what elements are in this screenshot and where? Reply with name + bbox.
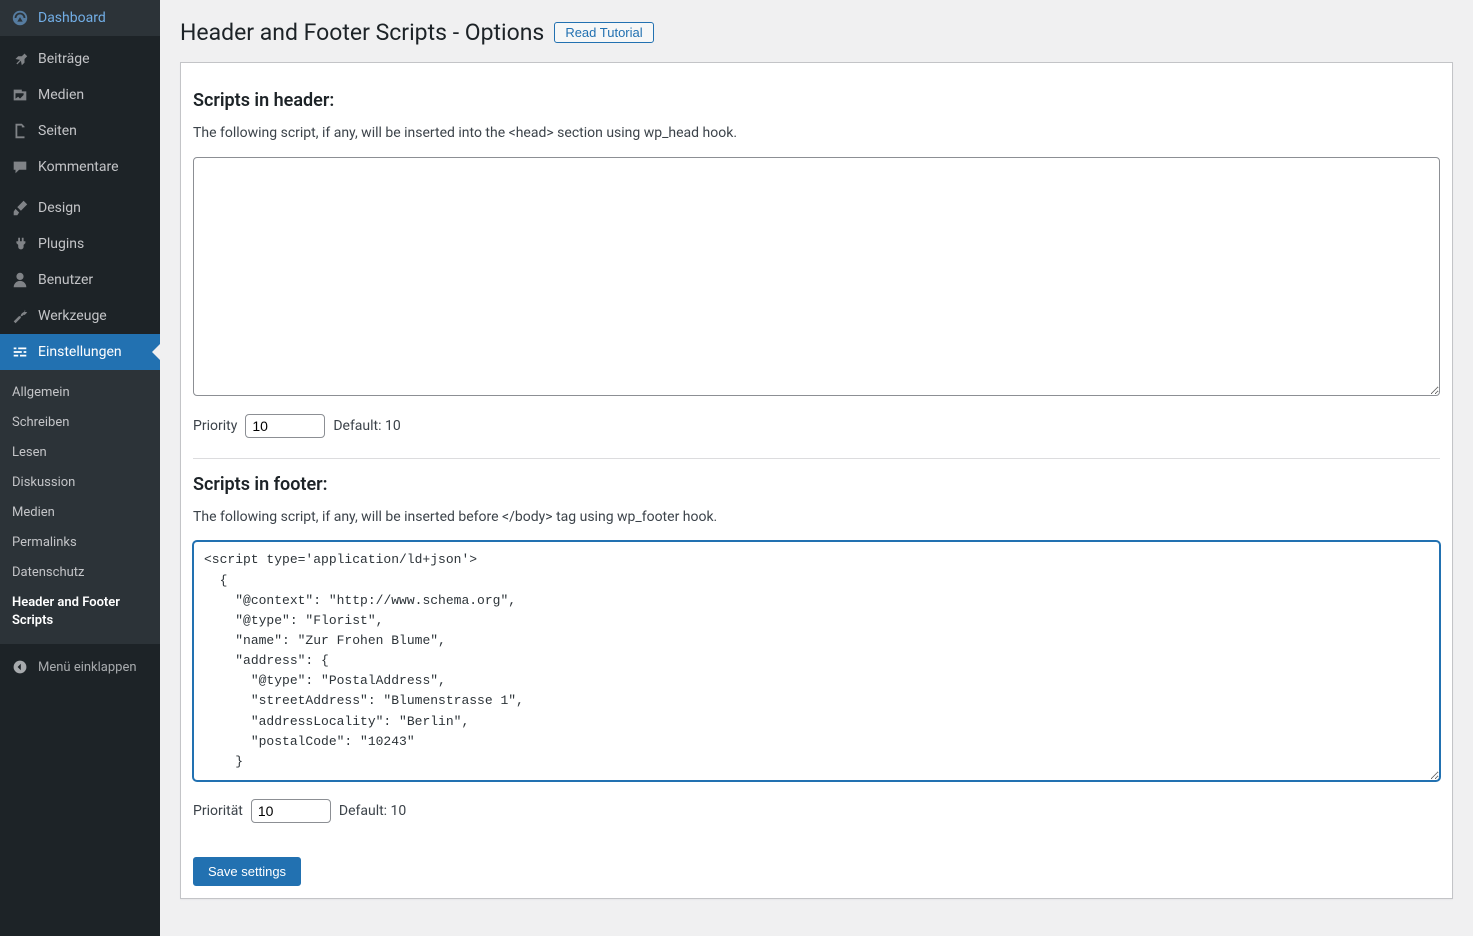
- collapse-label: Menü einklappen: [38, 660, 137, 675]
- sidebar-item-design[interactable]: Design: [0, 190, 160, 226]
- page-icon: [10, 121, 30, 141]
- header-priority-label: Priority: [193, 418, 237, 434]
- dashboard-icon: [10, 8, 30, 28]
- header-priority-input[interactable]: [245, 414, 325, 438]
- sidebar-item-settings[interactable]: Einstellungen: [0, 334, 160, 370]
- scripts-footer-heading: Scripts in footer:: [193, 474, 1440, 495]
- sliders-icon: [10, 342, 30, 362]
- sidebar-item-dashboard[interactable]: Dashboard: [0, 0, 160, 36]
- sidebar-subitem-writing[interactable]: Schreiben: [0, 408, 160, 438]
- sidebar-subitem-permalinks[interactable]: Permalinks: [0, 528, 160, 558]
- save-settings-button[interactable]: Save settings: [193, 857, 301, 886]
- sidebar-subitem-general[interactable]: Allgemein: [0, 378, 160, 408]
- sidebar-subitem-header-footer-scripts[interactable]: Header and Footer Scripts: [0, 588, 160, 636]
- content-area: Header and Footer Scripts - Options Read…: [160, 0, 1473, 936]
- sidebar-item-label: Seiten: [38, 123, 77, 139]
- pin-icon: [10, 49, 30, 69]
- plug-icon: [10, 234, 30, 254]
- footer-priority-default: Default: 10: [339, 803, 406, 819]
- scripts-footer-desc: The following script, if any, will be in…: [193, 509, 1440, 525]
- collapse-menu-button[interactable]: Menü einklappen: [0, 648, 160, 686]
- sidebar-item-plugins[interactable]: Plugins: [0, 226, 160, 262]
- sidebar-item-label: Dashboard: [38, 10, 106, 26]
- sidebar-item-label: Plugins: [38, 236, 84, 252]
- page-title: Header and Footer Scripts - Options: [180, 18, 544, 48]
- media-icon: [10, 85, 30, 105]
- options-card: Scripts in header: The following script,…: [180, 62, 1453, 899]
- header-priority-default: Default: 10: [333, 418, 400, 434]
- user-icon: [10, 270, 30, 290]
- footer-priority-input[interactable]: [251, 799, 331, 823]
- sidebar-subitem-media[interactable]: Medien: [0, 498, 160, 528]
- sidebar-item-pages[interactable]: Seiten: [0, 113, 160, 149]
- sidebar-item-label: Design: [38, 200, 81, 216]
- sidebar-item-label: Medien: [38, 87, 84, 103]
- sidebar-item-label: Benutzer: [38, 272, 93, 288]
- sidebar-item-label: Werkzeuge: [38, 308, 107, 324]
- sidebar-item-comments[interactable]: Kommentare: [0, 149, 160, 185]
- read-tutorial-button[interactable]: Read Tutorial: [554, 22, 653, 43]
- admin-sidebar: Dashboard Beiträge Medien Seiten Kommentare…: [0, 0, 160, 936]
- sidebar-item-posts[interactable]: Beiträge: [0, 41, 160, 77]
- comment-icon: [10, 157, 30, 177]
- footer-priority-label: Priorität: [193, 803, 243, 819]
- sidebar-item-users[interactable]: Benutzer: [0, 262, 160, 298]
- scripts-header-heading: Scripts in header:: [193, 90, 1440, 111]
- wrench-icon: [10, 306, 30, 326]
- sidebar-subitem-privacy[interactable]: Datenschutz: [0, 558, 160, 588]
- scripts-footer-section: Scripts in footer: The following script,…: [193, 458, 1440, 843]
- scripts-footer-textarea[interactable]: [193, 541, 1440, 781]
- scripts-header-section: Scripts in header: The following script,…: [193, 75, 1440, 459]
- collapse-icon: [10, 657, 30, 677]
- sidebar-item-label: Kommentare: [38, 159, 119, 175]
- brush-icon: [10, 198, 30, 218]
- scripts-header-desc: The following script, if any, will be in…: [193, 125, 1440, 141]
- sidebar-item-media[interactable]: Medien: [0, 77, 160, 113]
- sidebar-submenu-settings: AllgemeinSchreibenLesenDiskussionMedienP…: [0, 370, 160, 644]
- sidebar-subitem-reading[interactable]: Lesen: [0, 438, 160, 468]
- sidebar-item-tools[interactable]: Werkzeuge: [0, 298, 160, 334]
- sidebar-subitem-discussion[interactable]: Diskussion: [0, 468, 160, 498]
- sidebar-item-label: Beiträge: [38, 51, 90, 67]
- scripts-header-textarea[interactable]: [193, 157, 1440, 397]
- sidebar-item-label: Einstellungen: [38, 344, 122, 360]
